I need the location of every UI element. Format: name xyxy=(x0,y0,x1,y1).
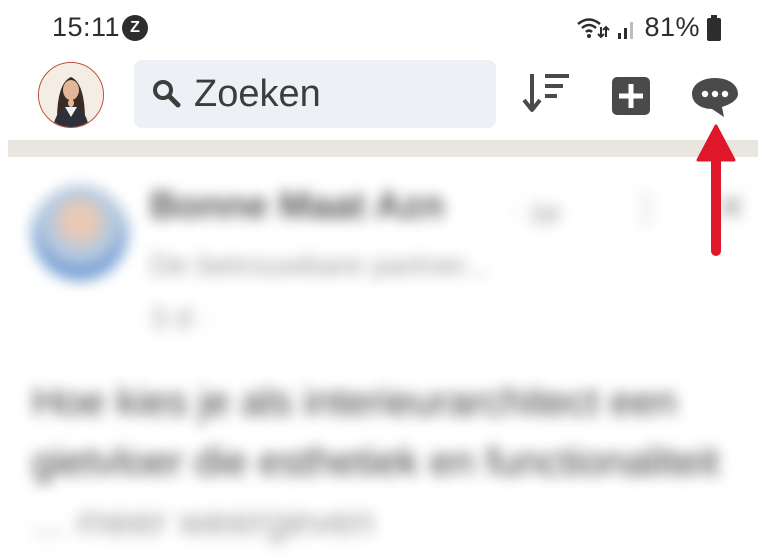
more-options-icon[interactable]: ⋮ xyxy=(628,187,664,229)
messaging-button[interactable] xyxy=(690,76,740,118)
see-more-link[interactable]: ... meer weergeven xyxy=(32,500,374,544)
post-body[interactable]: Hoe kies je als interieurarchitect een g… xyxy=(32,372,732,552)
sort-button[interactable] xyxy=(520,70,572,116)
post-timestamp: 3 d · xyxy=(150,302,211,335)
create-post-button[interactable] xyxy=(611,76,651,116)
post-author-avatar[interactable] xyxy=(32,185,128,281)
feed-separator xyxy=(8,140,758,157)
sort-icon xyxy=(522,74,569,112)
add-post-icon xyxy=(612,77,650,115)
post-connection-degree: · 1e xyxy=(512,197,561,228)
battery-percentage: 81% xyxy=(644,12,700,42)
post-text: Hoe kies je als interieurarchitect een g… xyxy=(32,380,720,484)
profile-avatar[interactable] xyxy=(38,62,104,128)
status-time: 15:11 xyxy=(52,12,121,42)
post-author-name[interactable]: Bonne Maat Azn xyxy=(150,185,444,228)
avatar-photo xyxy=(39,63,103,127)
status-bar: 15:11 Z 81% xyxy=(0,0,758,56)
messaging-icon xyxy=(692,78,738,117)
feed-post[interactable]: Bonne Maat Azn · 1e ⋮ ✕ De betrouwbare p… xyxy=(0,157,758,559)
annotation-arrow-icon xyxy=(696,124,736,256)
search-input[interactable]: Zoeken xyxy=(134,60,496,128)
post-author-headline: De betrouwbare partner... xyxy=(150,249,491,282)
search-icon xyxy=(153,80,181,108)
status-indicators: 81% xyxy=(576,12,722,43)
signal-icon xyxy=(618,21,634,39)
notification-badge-icon: Z xyxy=(122,15,148,41)
battery-icon xyxy=(707,14,721,41)
top-app-bar: Zoeken xyxy=(0,56,758,140)
search-placeholder: Zoeken xyxy=(194,73,321,115)
wifi-calling-icon xyxy=(577,17,611,38)
